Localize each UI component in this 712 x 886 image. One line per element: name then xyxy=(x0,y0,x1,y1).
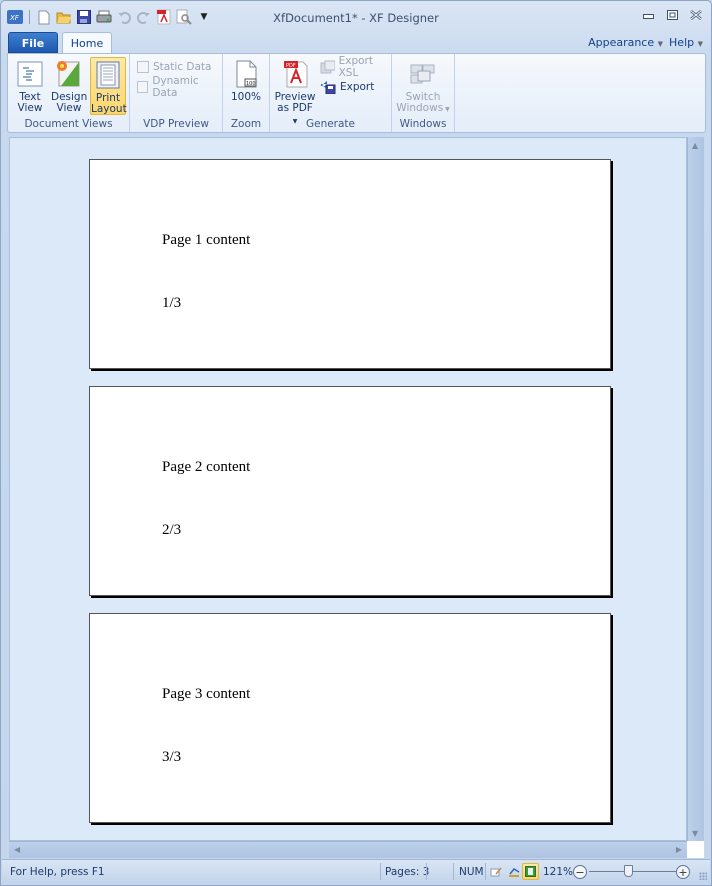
zoom-100-icon: 100 xyxy=(236,60,257,88)
scroll-left-icon[interactable]: ◀ xyxy=(14,845,20,854)
tab-home[interactable]: Home xyxy=(62,32,112,54)
export-label: Export xyxy=(340,81,375,93)
close-icon[interactable] xyxy=(689,9,703,21)
group-vdp-preview: Static Data Dynamic Data VDP Preview xyxy=(130,54,223,132)
print-layout-button[interactable]: Print Layout xyxy=(90,57,127,115)
zoom-100-button[interactable]: 100 100% xyxy=(229,57,263,115)
export-button[interactable]: Export xyxy=(320,78,374,96)
dynamic-data-checkbox[interactable]: Dynamic Data xyxy=(137,75,222,99)
design-view-icon xyxy=(57,61,80,87)
status-page-count: Pages: 3 xyxy=(385,866,430,878)
page-number: 2/3 xyxy=(162,522,182,538)
print-layout-icon xyxy=(96,61,120,89)
svg-text:PDF: PDF xyxy=(286,63,296,69)
print-layout-label-2: Layout xyxy=(91,103,127,115)
page-content: Page 3 content xyxy=(162,686,251,702)
status-separator xyxy=(485,863,486,880)
document-page[interactable]: Page 2 content 2/3 xyxy=(89,386,611,596)
checkbox-icon xyxy=(137,61,149,73)
status-num-lock: NUM xyxy=(459,866,484,878)
status-separator xyxy=(380,863,381,880)
preview-as-pdf-button[interactable]: PDF Preview as PDF ▼ xyxy=(274,57,316,125)
group-generate: PDF Preview as PDF ▼ Export XSL Export G… xyxy=(270,54,392,132)
export-xsl-label: Export XSL xyxy=(338,55,373,79)
status-separator xyxy=(426,863,427,880)
help-menu[interactable]: Help ▼ xyxy=(669,36,703,49)
zoom-slider-thumb[interactable] xyxy=(624,865,633,877)
export-icon xyxy=(321,81,336,94)
design-view-label-2: View xyxy=(56,102,82,114)
minimize-icon[interactable] xyxy=(641,9,655,21)
group-document-views: Text View Design View Print Layout Docum… xyxy=(8,54,130,132)
zoom-slider-track[interactable] xyxy=(589,871,677,872)
switch-windows-label-2: Windows xyxy=(396,102,444,114)
text-view-button[interactable]: Text View xyxy=(13,57,47,115)
ribbon-right-menu: Appearance ▼ Help ▼ xyxy=(588,36,703,49)
design-view-status-icon[interactable] xyxy=(506,864,522,880)
appearance-menu[interactable]: Appearance ▼ xyxy=(588,36,663,49)
zoom-in-button[interactable]: + xyxy=(676,865,690,879)
document-canvas[interactable]: Page 1 content 1/3 Page 2 content 2/3 Pa… xyxy=(9,137,687,841)
text-view-status-icon[interactable] xyxy=(488,864,504,880)
export-xsl-icon xyxy=(320,60,335,74)
static-data-label: Static Data xyxy=(153,61,212,73)
svg-text:100: 100 xyxy=(246,81,256,87)
preview-pdf-label-2: as PDF xyxy=(277,102,313,114)
pdf-document-icon: PDF xyxy=(284,61,308,88)
appearance-label: Appearance xyxy=(588,36,655,49)
group-label-document-views: Document Views xyxy=(24,118,113,130)
page-content: Page 1 content xyxy=(162,232,251,248)
help-label: Help xyxy=(669,36,695,49)
checkbox-icon xyxy=(137,81,149,93)
switch-windows-button[interactable]: Switch Windows ▼ xyxy=(396,57,450,115)
print-layout-status-icon[interactable] xyxy=(522,863,539,880)
text-view-icon xyxy=(17,61,43,87)
dynamic-data-label: Dynamic Data xyxy=(152,75,199,99)
group-zoom: 100 100% Zoom xyxy=(223,54,270,132)
page-content: Page 2 content xyxy=(162,459,251,475)
group-label-zoom: Zoom xyxy=(230,118,262,130)
title-bar: XF ▼ XfDocument1* - XF Designer xyxy=(1,1,711,31)
tab-file[interactable]: File xyxy=(8,32,58,53)
group-label-vdp-preview: VDP Preview xyxy=(143,118,209,130)
static-data-checkbox[interactable]: Static Data xyxy=(137,58,211,76)
scroll-down-icon[interactable]: ▼ xyxy=(692,829,698,838)
ribbon: Text View Design View Print Layout Docum… xyxy=(7,53,706,133)
document-page[interactable]: Page 1 content 1/3 xyxy=(89,159,611,369)
group-label-windows: Windows xyxy=(399,118,447,130)
chevron-down-icon: ▼ xyxy=(657,40,664,48)
zoom-out-button[interactable]: − xyxy=(573,865,587,879)
status-zoom-level: 121% xyxy=(543,866,574,878)
group-label-generate: Generate xyxy=(305,118,356,130)
switch-windows-icon xyxy=(410,64,435,84)
status-separator xyxy=(453,863,454,880)
vertical-scrollbar[interactable]: ▲ ▼ xyxy=(687,137,704,841)
scroll-right-icon[interactable]: ▶ xyxy=(676,845,682,854)
maximize-icon[interactable] xyxy=(665,9,679,21)
horizontal-scrollbar[interactable]: ◀ ▶ xyxy=(9,841,687,858)
page-number: 1/3 xyxy=(162,295,182,311)
text-view-label-2: View xyxy=(17,102,43,114)
scrollbar-corner xyxy=(687,841,704,858)
zoom-100-label: 100% xyxy=(230,91,262,103)
status-bar: For Help, press F1 Pages: 3 NUM 121% − + xyxy=(2,859,710,883)
ribbon-tabs: File Home xyxy=(8,32,112,54)
export-xsl-button[interactable]: Export XSL xyxy=(320,55,391,79)
group-windows: Switch Windows ▼ Windows xyxy=(392,54,455,132)
window-title: XfDocument1* - XF Designer xyxy=(273,11,439,25)
design-view-button[interactable]: Design View xyxy=(51,57,87,115)
status-help-text: For Help, press F1 xyxy=(10,866,105,878)
document-page[interactable]: Page 3 content 3/3 xyxy=(89,613,611,823)
window-controls xyxy=(641,9,703,21)
chevron-down-icon: ▼ xyxy=(697,40,703,48)
app-window: XF ▼ XfDocument1* - XF Designer File Hom… xyxy=(0,0,712,886)
chevron-down-icon: ▼ xyxy=(443,106,450,113)
scroll-up-icon[interactable]: ▲ xyxy=(692,141,698,150)
resize-grip-icon[interactable] xyxy=(699,872,707,880)
page-number: 3/3 xyxy=(162,749,182,765)
